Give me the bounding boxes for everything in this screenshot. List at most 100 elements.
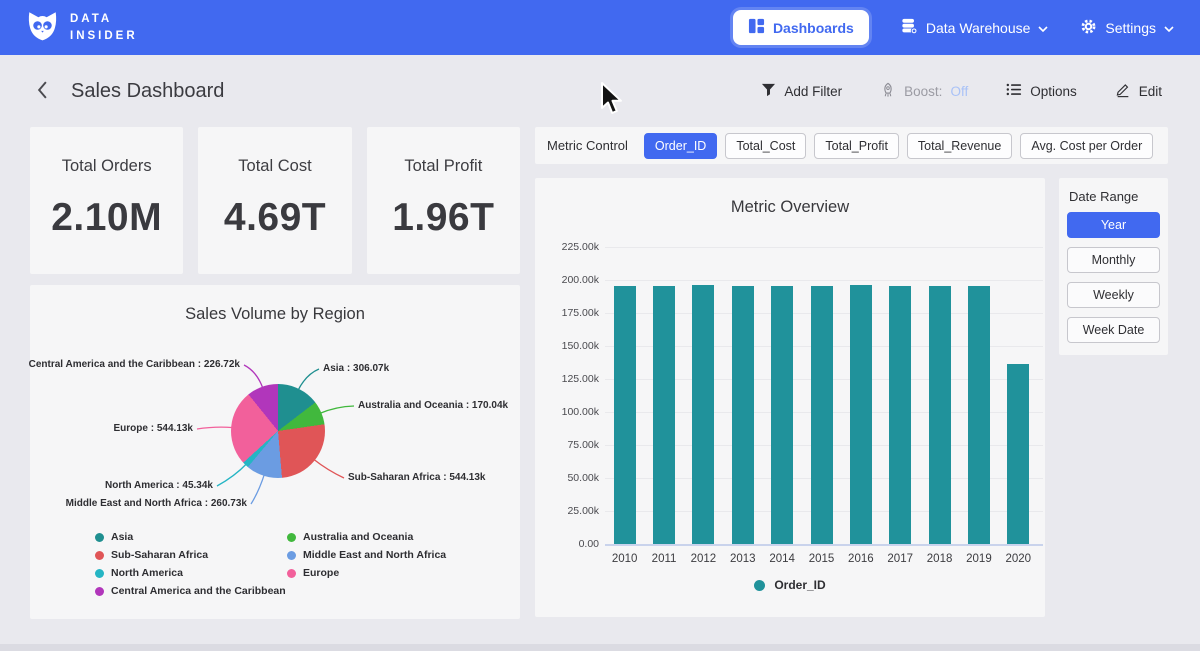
- y-axis-tick: 125.00k: [539, 373, 599, 385]
- x-axis-label: 2010: [605, 553, 644, 565]
- bar-chart-title: Metric Overview: [535, 198, 1045, 217]
- filter-icon: [761, 83, 776, 100]
- pie-chart-panel: Sales Volume by Region Asia : 306.07kAus…: [30, 285, 520, 619]
- bar[interactable]: [732, 286, 754, 544]
- nav-settings[interactable]: Settings: [1080, 18, 1174, 38]
- bar[interactable]: [968, 286, 990, 544]
- dashboards-button-label: Dashboards: [773, 20, 854, 36]
- bar[interactable]: [614, 286, 636, 544]
- y-axis-tick: 225.00k: [539, 241, 599, 253]
- options-button[interactable]: Options: [1000, 81, 1083, 101]
- metric-option-button[interactable]: Total_Profit: [814, 133, 899, 159]
- x-axis-label: 2016: [841, 553, 880, 565]
- y-axis-tick: 150.00k: [539, 340, 599, 352]
- date-option-button[interactable]: Monthly: [1067, 247, 1160, 273]
- leader-line: [217, 464, 247, 487]
- x-axis-label: 2017: [881, 553, 920, 565]
- kpi-value: 2.10M: [51, 196, 162, 240]
- pie-legend-item[interactable]: Europe: [287, 567, 446, 579]
- gridline: [605, 280, 1043, 281]
- header-actions: Add Filter Boost: Off: [755, 80, 1168, 102]
- bar[interactable]: [889, 286, 911, 544]
- kpi-value: 1.96T: [392, 196, 494, 240]
- legend-dot: [287, 533, 296, 542]
- legend-dot: [95, 551, 104, 560]
- dashboards-button[interactable]: Dashboards: [733, 10, 869, 45]
- bar[interactable]: [850, 285, 872, 544]
- pie-callout: Sub-Saharan Africa : 544.13k: [348, 472, 485, 483]
- edit-button[interactable]: Edit: [1109, 80, 1168, 102]
- nav-data-warehouse[interactable]: Data Warehouse: [901, 18, 1049, 38]
- x-axis-label: 2020: [999, 553, 1038, 565]
- legend-label: Sub-Saharan Africa: [111, 549, 208, 561]
- pie-legend-item[interactable]: Central America and the Caribbean: [95, 585, 287, 597]
- date-option-button[interactable]: Weekly: [1067, 282, 1160, 308]
- pie-legend-item[interactable]: Middle East and North Africa: [287, 549, 446, 561]
- add-filter-label: Add Filter: [784, 84, 842, 99]
- leader-line: [320, 406, 355, 414]
- legend-dot: [754, 580, 765, 591]
- metric-option-button[interactable]: Avg. Cost per Order: [1020, 133, 1153, 159]
- bar-chart-legend[interactable]: Order_ID: [535, 578, 1045, 592]
- pie-callout: Middle East and North Africa : 260.73k: [66, 498, 247, 509]
- boost-state: Off: [950, 84, 968, 99]
- options-label: Options: [1030, 84, 1077, 99]
- chevron-down-icon: [1038, 20, 1048, 36]
- pie-legend-item[interactable]: North America: [95, 567, 287, 579]
- x-axis-label: 2015: [802, 553, 841, 565]
- back-button[interactable]: [32, 79, 53, 104]
- metric-option-button[interactable]: Order_ID: [644, 133, 717, 159]
- pencil-icon: [1115, 81, 1131, 101]
- kpi-value: 4.69T: [224, 196, 326, 240]
- top-navbar: DATA INSIDER Dashboards: [0, 0, 1200, 55]
- kpi-card: Total Cost 4.69T: [198, 127, 351, 274]
- legend-label: North America: [111, 567, 183, 579]
- legend-label: Order_ID: [774, 578, 825, 592]
- x-axis-label: 2019: [959, 553, 998, 565]
- pie-callout: Central America and the Caribbean : 226.…: [29, 359, 240, 370]
- pie-legend-item[interactable]: Australia and Oceania: [287, 531, 446, 543]
- date-option-button[interactable]: Week Date: [1067, 317, 1160, 343]
- nav-settings-label: Settings: [1105, 20, 1156, 36]
- x-axis-label: 2013: [723, 553, 762, 565]
- y-axis-tick: 50.00k: [539, 472, 599, 484]
- dashboard-grid-icon: [748, 18, 765, 37]
- rocket-icon: [880, 82, 896, 101]
- metric-option-button[interactable]: Total_Cost: [725, 133, 806, 159]
- bar[interactable]: [929, 286, 951, 544]
- boost-label: Boost:: [904, 84, 942, 99]
- legend-label: Middle East and North Africa: [303, 549, 446, 561]
- kpi-label: Total Cost: [238, 157, 311, 176]
- legend-label: Europe: [303, 567, 339, 579]
- legend-dot: [95, 569, 104, 578]
- edit-label: Edit: [1139, 84, 1162, 99]
- bar[interactable]: [692, 285, 714, 544]
- bar[interactable]: [653, 286, 675, 544]
- y-axis-tick: 175.00k: [539, 307, 599, 319]
- legend-dot: [287, 551, 296, 560]
- x-axis-label: 2018: [920, 553, 959, 565]
- owl-logo-icon: [26, 9, 59, 47]
- boost-toggle[interactable]: Boost: Off: [874, 81, 974, 102]
- date-range-panel: Date Range Year Monthly Weekly Week Date: [1059, 178, 1168, 355]
- y-axis-tick: 25.00k: [539, 505, 599, 517]
- legend-dot: [287, 569, 296, 578]
- pie-legend-item[interactable]: Sub-Saharan Africa: [95, 549, 287, 561]
- bar[interactable]: [1007, 364, 1029, 544]
- add-filter-button[interactable]: Add Filter: [755, 82, 848, 101]
- bar[interactable]: [771, 286, 793, 544]
- bottom-edge-strip: [0, 644, 1200, 651]
- date-range-label: Date Range: [1069, 189, 1158, 204]
- date-option-button[interactable]: Year: [1067, 212, 1160, 238]
- metric-option-button[interactable]: Total_Revenue: [907, 133, 1012, 159]
- pie-legend-item[interactable]: Asia: [95, 531, 287, 543]
- x-axis-label: 2011: [644, 553, 683, 565]
- x-axis-label: 2014: [762, 553, 801, 565]
- leader-line: [313, 459, 344, 478]
- pie-callout: North America : 45.34k: [105, 480, 213, 491]
- pie-chart[interactable]: [231, 384, 325, 478]
- bar[interactable]: [811, 286, 833, 544]
- legend-label: Asia: [111, 531, 133, 543]
- navbar-right: Dashboards Data Warehouse: [733, 10, 1174, 45]
- bar-chart-panel: Metric Overview Order_ID 0.0025.00k50.00…: [535, 178, 1045, 617]
